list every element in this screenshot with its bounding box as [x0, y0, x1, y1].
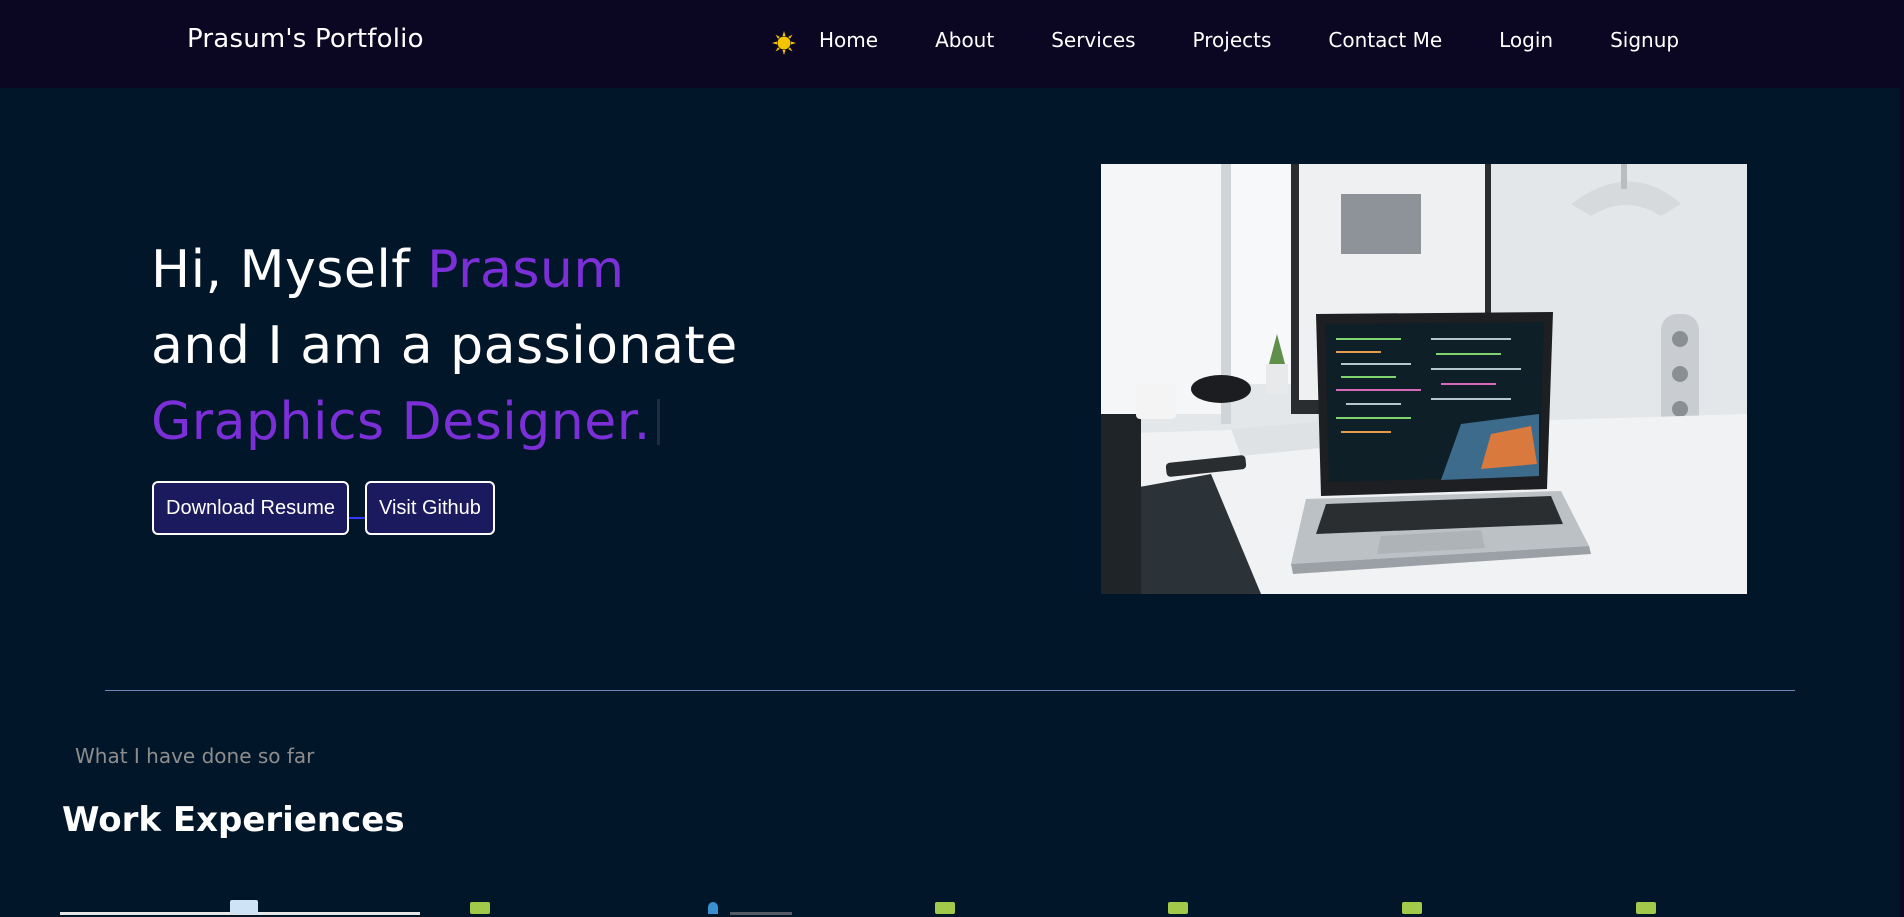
- download-resume-button[interactable]: Download Resume: [152, 481, 349, 535]
- hero-image: [1101, 164, 1747, 594]
- scrollbar[interactable]: [1900, 0, 1904, 917]
- nav-contact[interactable]: Contact Me: [1328, 28, 1442, 52]
- nav-links: Home About Services Projects Contact Me …: [819, 28, 1679, 52]
- nav-about[interactable]: About: [935, 28, 994, 52]
- experience-subtitle: What I have done so far: [75, 744, 315, 768]
- nav-signup[interactable]: Signup: [1610, 28, 1679, 52]
- hero-line-3: Graphics Designer.: [151, 384, 738, 460]
- sun-icon[interactable]: [772, 31, 796, 55]
- hero-line-2: and I am a passionate: [151, 316, 738, 376]
- hero-name: Prasum: [427, 240, 625, 300]
- nav-home[interactable]: Home: [819, 28, 878, 52]
- hero-buttons: Download Resume Visit Github: [152, 481, 495, 535]
- company-logo-icon: [1402, 902, 1422, 914]
- timeline-line-secondary: [730, 912, 792, 915]
- hero-role: Graphics Designer.: [151, 392, 651, 452]
- company-logo-icon: [470, 902, 490, 914]
- laptop-desk-image: [1101, 164, 1747, 594]
- nav-login[interactable]: Login: [1499, 28, 1553, 52]
- nav-services[interactable]: Services: [1051, 28, 1135, 52]
- experience-title: Work Experiences: [62, 800, 405, 840]
- brand-title[interactable]: Prasum's Portfolio: [187, 24, 424, 54]
- navbar: Prasum's Portfolio Home About Services P…: [0, 0, 1904, 88]
- hero-greeting: Hi, Myself: [151, 240, 428, 300]
- company-logo-icon: [1168, 902, 1188, 914]
- company-logo-icon: [1636, 902, 1656, 914]
- section-divider: [105, 690, 1795, 691]
- timeline-strip: [0, 900, 1904, 917]
- company-logo-icon: [935, 902, 955, 914]
- hero-heading: Hi, Myself Prasum and I am a passionate …: [151, 232, 738, 460]
- company-logo-icon: [230, 900, 258, 914]
- typing-cursor: [656, 399, 660, 445]
- button-connector: [348, 517, 365, 519]
- person-icon: [708, 902, 718, 914]
- visit-github-button[interactable]: Visit Github: [364, 481, 495, 535]
- nav-projects[interactable]: Projects: [1193, 28, 1272, 52]
- hero-line-1: Hi, Myself Prasum: [151, 232, 738, 308]
